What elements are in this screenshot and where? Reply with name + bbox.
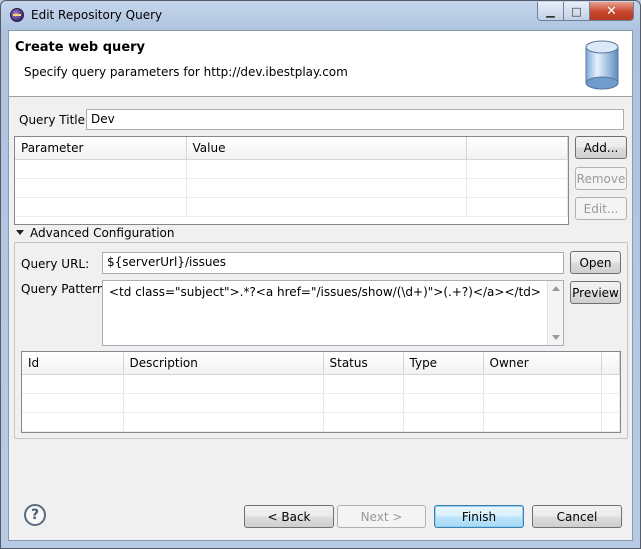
query-url-input[interactable]: ${serverUrl}/issues: [102, 252, 564, 274]
column-header-type[interactable]: Type: [403, 352, 484, 375]
minimize-button[interactable]: ▁: [537, 2, 564, 21]
column-header-status[interactable]: Status: [323, 352, 404, 375]
column-header-description[interactable]: Description: [123, 352, 324, 375]
back-button[interactable]: < Back: [244, 505, 334, 528]
advanced-configuration-toggle[interactable]: Advanced Configuration: [16, 226, 174, 240]
eclipse-icon: [10, 8, 24, 22]
maximize-button[interactable]: □: [564, 2, 590, 21]
edit-parameter-button[interactable]: Edit...: [575, 197, 627, 220]
database-icon: [585, 40, 619, 90]
query-pattern-textarea[interactable]: <td class="subject">.*?<a href="/issues/…: [102, 280, 564, 346]
page-title: Create web query: [15, 40, 146, 55]
results-table[interactable]: Id Description Status Type Owner: [21, 351, 621, 433]
query-url-label: Query URL:: [21, 257, 90, 271]
next-button[interactable]: Next >: [337, 505, 426, 528]
column-header-filler: [466, 137, 568, 160]
add-parameter-button[interactable]: Add...: [575, 136, 627, 159]
advanced-configuration-label: Advanced Configuration: [30, 226, 175, 240]
remove-parameter-button[interactable]: Remove: [575, 167, 627, 190]
column-header-id[interactable]: Id: [22, 352, 124, 375]
table-row[interactable]: [22, 393, 620, 413]
table-row[interactable]: [15, 197, 568, 217]
preview-button[interactable]: Preview: [570, 281, 621, 304]
parameters-table[interactable]: Parameter Value: [14, 136, 569, 225]
table-row[interactable]: [22, 412, 620, 432]
query-title-input[interactable]: Dev: [86, 109, 624, 130]
table-row[interactable]: [22, 374, 620, 394]
page-description: Specify query parameters for http://dev.…: [24, 65, 348, 79]
dialog-window: Edit Repository Query ▁ □ ✕ Create web q…: [0, 0, 641, 549]
query-pattern-label: Query Pattern:: [21, 282, 109, 296]
expand-triangle-icon: [16, 230, 24, 235]
scroll-up-icon[interactable]: [552, 286, 560, 291]
title-bar[interactable]: Edit Repository Query ▁ □ ✕: [1, 1, 640, 29]
cancel-button[interactable]: Cancel: [532, 505, 622, 528]
column-header-filler: [601, 352, 620, 375]
dialog-body: Create web query Specify query parameter…: [8, 30, 633, 541]
table-row[interactable]: [15, 178, 568, 198]
pattern-scrollbar[interactable]: [547, 281, 563, 345]
close-button[interactable]: ✕: [590, 2, 634, 21]
window-title: Edit Repository Query: [31, 8, 163, 22]
query-pattern-text: <td class="subject">.*?<a href="/issues/…: [109, 285, 541, 299]
help-icon[interactable]: ?: [24, 504, 46, 526]
column-header-value[interactable]: Value: [186, 137, 467, 160]
scroll-down-icon[interactable]: [552, 335, 560, 340]
column-header-parameter[interactable]: Parameter: [15, 137, 187, 160]
window-controls: ▁ □ ✕: [537, 2, 634, 21]
open-button[interactable]: Open: [570, 251, 621, 274]
column-header-owner[interactable]: Owner: [483, 352, 602, 375]
table-row[interactable]: [15, 159, 568, 179]
query-title-label: Query Title:: [19, 113, 90, 127]
wizard-header: Create web query Specify query parameter…: [9, 31, 632, 97]
finish-button[interactable]: Finish: [434, 505, 524, 528]
